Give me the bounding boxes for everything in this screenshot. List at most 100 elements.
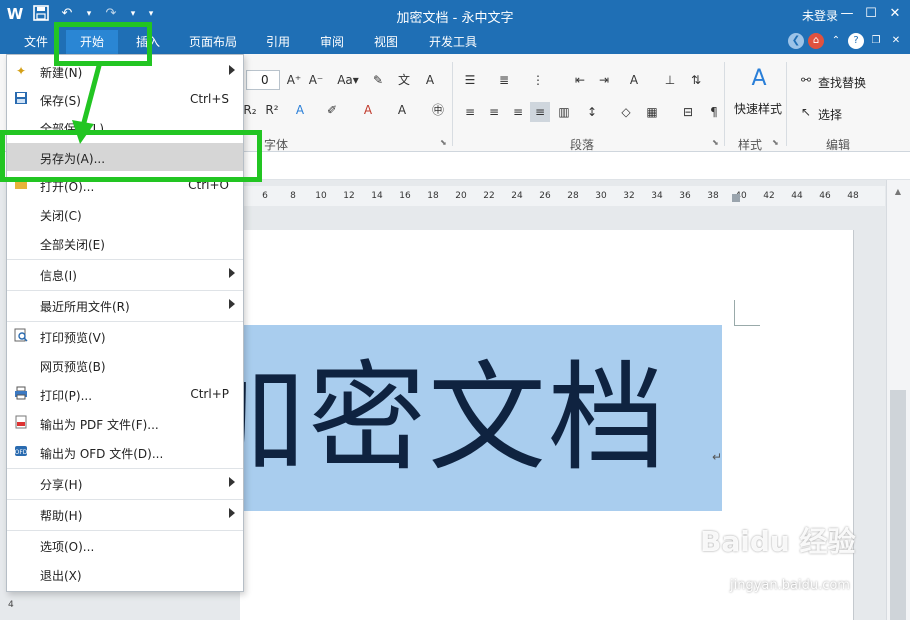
- show-marks-icon[interactable]: ¶: [704, 102, 724, 122]
- ruler-tick: 6: [262, 191, 268, 201]
- submenu-arrow-icon: [229, 65, 235, 75]
- scroll-up-icon[interactable]: ▲: [890, 186, 906, 198]
- sort-icon[interactable]: ⇅: [686, 70, 706, 90]
- highlight-icon[interactable]: ✐: [322, 100, 342, 120]
- menu-item-label: 打印预览(V): [40, 331, 106, 345]
- collapse-ribbon-icon[interactable]: ⌃: [828, 33, 844, 49]
- text-effect-icon[interactable]: A: [290, 100, 310, 120]
- char-border-icon[interactable]: A: [420, 70, 440, 90]
- close-small-icon[interactable]: ✕: [888, 33, 904, 49]
- justify-icon[interactable]: ≡: [530, 102, 550, 122]
- right-indent-marker[interactable]: [732, 194, 740, 202]
- horizontal-ruler[interactable]: 6 8 10 12 14 16 18 20 22 24 26 28 30 32 …: [240, 186, 885, 206]
- redo-icon[interactable]: ↷: [102, 5, 120, 23]
- superscript-icon[interactable]: R²: [262, 100, 282, 120]
- maximize-icon[interactable]: ☐: [860, 3, 882, 25]
- numbering-icon[interactable]: ≣: [494, 70, 514, 90]
- menu-item-info[interactable]: 信息(I): [7, 260, 243, 288]
- borders-icon[interactable]: ▦: [642, 102, 662, 122]
- menu-item-web-preview[interactable]: 网页预览(B): [7, 351, 243, 379]
- watermark-logo: Baidu 经验: [700, 525, 856, 558]
- scrollbar-thumb[interactable]: [890, 390, 906, 620]
- menu-item-label: 输出为 OFD 文件(D)...: [40, 447, 164, 461]
- tab-review[interactable]: 审阅: [310, 30, 354, 54]
- quick-style-icon[interactable]: A: [744, 64, 774, 94]
- chinese-layout-icon[interactable]: A: [624, 70, 644, 90]
- vertical-ruler-tick: 4: [8, 600, 14, 610]
- menu-item-label: 退出(X): [40, 569, 82, 583]
- ruler-tick: 16: [399, 191, 411, 201]
- menu-item-label: 最近所用文件(R): [40, 300, 130, 314]
- tab-view[interactable]: 视图: [364, 30, 408, 54]
- save-icon: [13, 91, 29, 107]
- help-icon[interactable]: ?: [848, 33, 864, 49]
- align-left-icon[interactable]: ≡: [460, 102, 480, 122]
- quick-style-button[interactable]: 快速样式: [734, 100, 782, 117]
- menu-item-label: 打印(P)...: [40, 389, 93, 403]
- align-right-icon[interactable]: ≡: [508, 102, 528, 122]
- restore-small-icon[interactable]: ❐: [868, 33, 884, 49]
- close-icon[interactable]: ✕: [884, 3, 906, 25]
- tab-page-layout[interactable]: 页面布局: [180, 30, 246, 54]
- menu-item-export-ofd[interactable]: OFD 输出为 OFD 文件(D)...: [7, 438, 243, 466]
- select-button[interactable]: 选择: [818, 106, 842, 123]
- menu-item-save[interactable]: 保存(S) Ctrl+S: [7, 85, 243, 113]
- undo-dropdown-icon[interactable]: ▾: [84, 5, 94, 23]
- redo-dropdown-icon[interactable]: ▾: [128, 5, 138, 23]
- font-color-icon[interactable]: A: [358, 100, 378, 120]
- document-text[interactable]: 加密文档: [240, 325, 722, 511]
- distributed-icon[interactable]: ▥: [554, 102, 574, 122]
- char-shading-icon[interactable]: A: [392, 100, 412, 120]
- customize-qat-icon[interactable]: ▾: [146, 5, 156, 23]
- decrease-indent-icon[interactable]: ⇤: [570, 70, 590, 90]
- menu-item-help[interactable]: 帮助(H): [7, 500, 243, 528]
- shading-icon[interactable]: ◇: [616, 102, 636, 122]
- select-arrow-icon[interactable]: ↖: [796, 102, 816, 122]
- align-center-icon[interactable]: ≡: [484, 102, 504, 122]
- save-icon[interactable]: [32, 5, 50, 23]
- tab-references[interactable]: 引用: [256, 30, 300, 54]
- menu-item-print[interactable]: 打印(P)... Ctrl+P: [7, 380, 243, 408]
- login-status[interactable]: 未登录: [802, 7, 838, 24]
- grow-font-icon[interactable]: A⁺: [284, 70, 304, 90]
- undo-icon[interactable]: ↶: [58, 5, 76, 23]
- paragraph-dialog-launcher-icon[interactable]: ⬊: [712, 138, 721, 147]
- font-size-input[interactable]: 0: [246, 70, 280, 90]
- change-case-icon[interactable]: Aa▾: [334, 70, 362, 90]
- back-icon[interactable]: ❮: [788, 33, 804, 49]
- menu-item-exit[interactable]: 退出(X): [7, 560, 243, 588]
- menu-item-options[interactable]: 选项(O)...: [7, 531, 243, 559]
- menu-item-print-preview[interactable]: 打印预览(V): [7, 322, 243, 350]
- app-logo-icon[interactable]: W: [6, 5, 24, 23]
- menu-item-share[interactable]: 分享(H): [7, 469, 243, 497]
- ruler-tick: 8: [290, 191, 296, 201]
- find-replace-button[interactable]: 查找替换: [818, 74, 866, 91]
- menu-item-close-all[interactable]: 全部关闭(E): [7, 229, 243, 257]
- font-dialog-launcher-icon[interactable]: ⬊: [440, 138, 449, 147]
- text-direction-icon[interactable]: ⊟: [678, 102, 698, 122]
- menu-item-export-pdf[interactable]: 输出为 PDF 文件(F)...: [7, 409, 243, 437]
- char-scale-icon[interactable]: ⊥: [660, 70, 680, 90]
- menu-item-label: 输出为 PDF 文件(F)...: [40, 418, 159, 432]
- tab-file[interactable]: 文件: [14, 30, 58, 54]
- menu-item-close[interactable]: 关闭(C): [7, 200, 243, 228]
- binoculars-icon[interactable]: ⚯: [796, 70, 816, 90]
- clear-format-icon[interactable]: ✎: [368, 70, 388, 90]
- home-icon[interactable]: ⌂: [808, 33, 824, 49]
- bullets-icon[interactable]: ☰: [460, 70, 480, 90]
- ruler-tick: 44: [791, 191, 803, 201]
- group-font-label: 字体: [264, 138, 289, 152]
- shrink-font-icon[interactable]: A⁻: [306, 70, 326, 90]
- phonetic-guide-icon[interactable]: 文: [394, 70, 414, 90]
- style-dialog-launcher-icon[interactable]: ⬊: [772, 138, 781, 147]
- minimize-icon[interactable]: —: [836, 3, 858, 25]
- increase-indent-icon[interactable]: ⇥: [594, 70, 614, 90]
- vertical-scrollbar[interactable]: ▲: [886, 180, 910, 620]
- line-spacing-icon[interactable]: ↕: [582, 102, 602, 122]
- tab-developer[interactable]: 开发工具: [418, 30, 488, 54]
- enclose-char-icon[interactable]: ㊥: [428, 100, 448, 120]
- menu-item-recent-files[interactable]: 最近所用文件(R): [7, 291, 243, 319]
- menu-item-label: 帮助(H): [40, 509, 83, 523]
- multilevel-list-icon[interactable]: ⋮: [528, 70, 548, 90]
- separator: [786, 62, 787, 146]
